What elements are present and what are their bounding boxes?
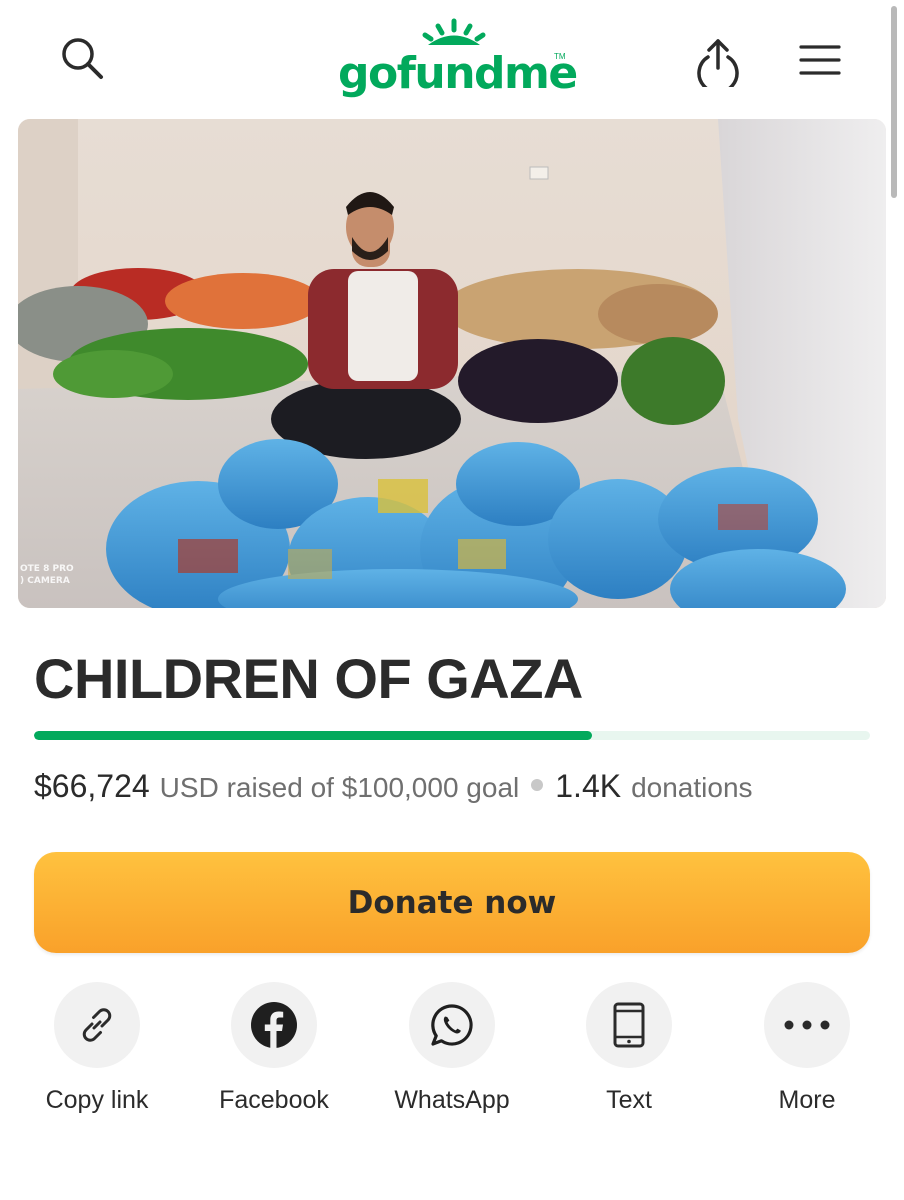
search-icon — [62, 38, 103, 79]
share-text[interactable]: Text — [554, 982, 704, 1122]
link-icon — [82, 1008, 112, 1042]
phone-icon — [613, 1002, 645, 1048]
search-button[interactable] — [52, 28, 114, 90]
share-icon-circle — [54, 982, 140, 1068]
share-label: More — [778, 1086, 836, 1114]
whatsapp-icon — [431, 1004, 473, 1046]
donations-label: donations — [631, 772, 753, 803]
share-icon-circle — [586, 982, 672, 1068]
share-copy-link[interactable]: Copy link — [22, 982, 172, 1122]
top-bar: gofundme TM — [0, 0, 904, 118]
campaign-title: CHILDREN OF GAZA — [34, 647, 583, 710]
share-facebook[interactable]: Facebook — [199, 982, 349, 1122]
logo-sun-icon — [422, 18, 486, 45]
share-upload-icon — [697, 39, 739, 87]
progress-bar — [34, 731, 870, 740]
separator-dot — [531, 779, 544, 791]
share-icon-circle — [764, 982, 850, 1068]
page-scrollbar[interactable] — [891, 6, 897, 198]
menu-button[interactable] — [790, 30, 850, 90]
logo-text: gofundme — [338, 48, 578, 99]
share-icon-circle — [409, 982, 495, 1068]
campaign-photo[interactable]: OTE 8 PRO ) CAMERA — [18, 119, 886, 608]
share-label: Copy link — [45, 1086, 149, 1114]
raised-goal-text: USD raised of $100,000 goal — [159, 772, 520, 803]
progress-bar-fill — [34, 731, 592, 740]
raised-amount: $66,724 — [34, 768, 150, 804]
facebook-icon — [251, 1002, 297, 1048]
camera-watermark: OTE 8 PRO ) CAMERA — [20, 564, 74, 586]
donations-count: 1.4K — [555, 768, 622, 804]
logo-trademark: TM — [554, 52, 566, 61]
share-whatsapp[interactable]: WhatsApp — [377, 982, 527, 1122]
more-dots-icon — [784, 1020, 830, 1030]
donate-now-button[interactable]: Donate now — [34, 852, 870, 953]
fundraising-stats: $66,724 USD raised of $100,000 goal 1.4K… — [34, 768, 753, 805]
share-button[interactable] — [688, 30, 748, 92]
share-icon-circle — [231, 982, 317, 1068]
share-label: WhatsApp — [394, 1086, 510, 1114]
share-label: Text — [606, 1086, 652, 1114]
gofundme-logo[interactable]: gofundme TM — [338, 18, 578, 102]
share-more[interactable]: More — [732, 982, 882, 1122]
hamburger-menu-icon — [799, 45, 841, 75]
share-label: Facebook — [219, 1086, 329, 1114]
